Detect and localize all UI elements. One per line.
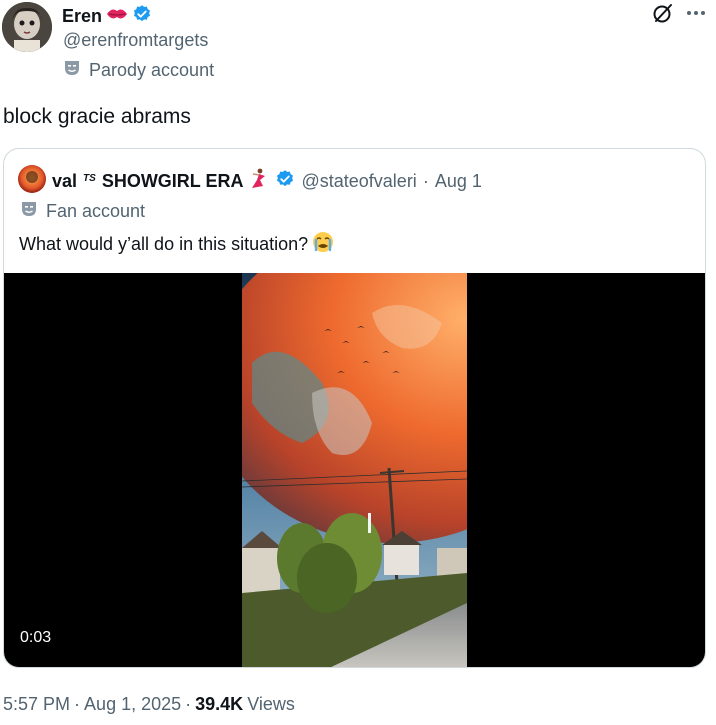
grok-slash-icon[interactable] xyxy=(652,2,674,24)
quoted-tweet-card[interactable]: val TS SHOWGIRL ERA @stateofvaleri · Aug… xyxy=(3,148,706,668)
quoted-tweet-header: val TS SHOWGIRL ERA @stateofvaleri · Aug… xyxy=(18,165,482,198)
author-avatar[interactable] xyxy=(2,2,52,52)
avatar-image xyxy=(2,2,52,52)
views-count: 39.4K xyxy=(195,694,244,714)
ts-mark: TS xyxy=(83,173,96,184)
theater-mask-icon xyxy=(20,200,38,223)
more-dots-icon[interactable] xyxy=(686,9,706,17)
quoted-date[interactable]: Aug 1 xyxy=(435,171,482,192)
quoted-account-label: Fan account xyxy=(20,200,145,223)
quoted-handle[interactable]: @stateofvaleri xyxy=(301,171,416,192)
quoted-avatar[interactable] xyxy=(18,165,46,198)
footer-separator-2: · xyxy=(185,694,192,714)
quoted-tweet-text: What would y’all do in this situation? xyxy=(19,231,334,258)
video-thumbnail xyxy=(242,273,467,667)
quoted-separator: · xyxy=(422,171,429,191)
author-account-label: Parody account xyxy=(63,59,214,82)
views-label: Views xyxy=(247,694,295,714)
verified-badge-icon[interactable] xyxy=(275,169,295,194)
kiss-lips-icon xyxy=(106,6,128,27)
account-label-text: Parody account xyxy=(89,60,215,80)
theater-mask-icon xyxy=(63,59,81,82)
quoted-account-label-text: Fan account xyxy=(46,201,146,221)
crying-face-icon xyxy=(312,231,334,258)
footer-separator: · xyxy=(74,694,81,714)
author-name[interactable]: Eren xyxy=(62,6,102,27)
tweet-actions xyxy=(652,2,706,24)
verified-badge-icon[interactable] xyxy=(132,4,152,29)
author-handle[interactable]: @erenfromtargets xyxy=(63,30,208,51)
tweet-text: block gracie abrams xyxy=(3,105,191,128)
author-name-row: Eren xyxy=(62,4,152,29)
tweet-time[interactable]: 5:57 PM xyxy=(3,694,70,715)
video-duration: 0:03 xyxy=(20,629,52,646)
quoted-text-body: What would y’all do in this situation? xyxy=(19,234,309,254)
quoted-name[interactable]: val xyxy=(52,171,77,192)
tweet-metadata: 5:57 PM · Aug 1, 2025 · 39.4K Views xyxy=(3,694,295,715)
dancer-icon xyxy=(249,168,269,195)
video-player[interactable]: 0:03 xyxy=(4,273,705,667)
tweet-date[interactable]: Aug 1, 2025 xyxy=(84,694,181,715)
quoted-name-suffix: SHOWGIRL ERA xyxy=(101,171,244,191)
